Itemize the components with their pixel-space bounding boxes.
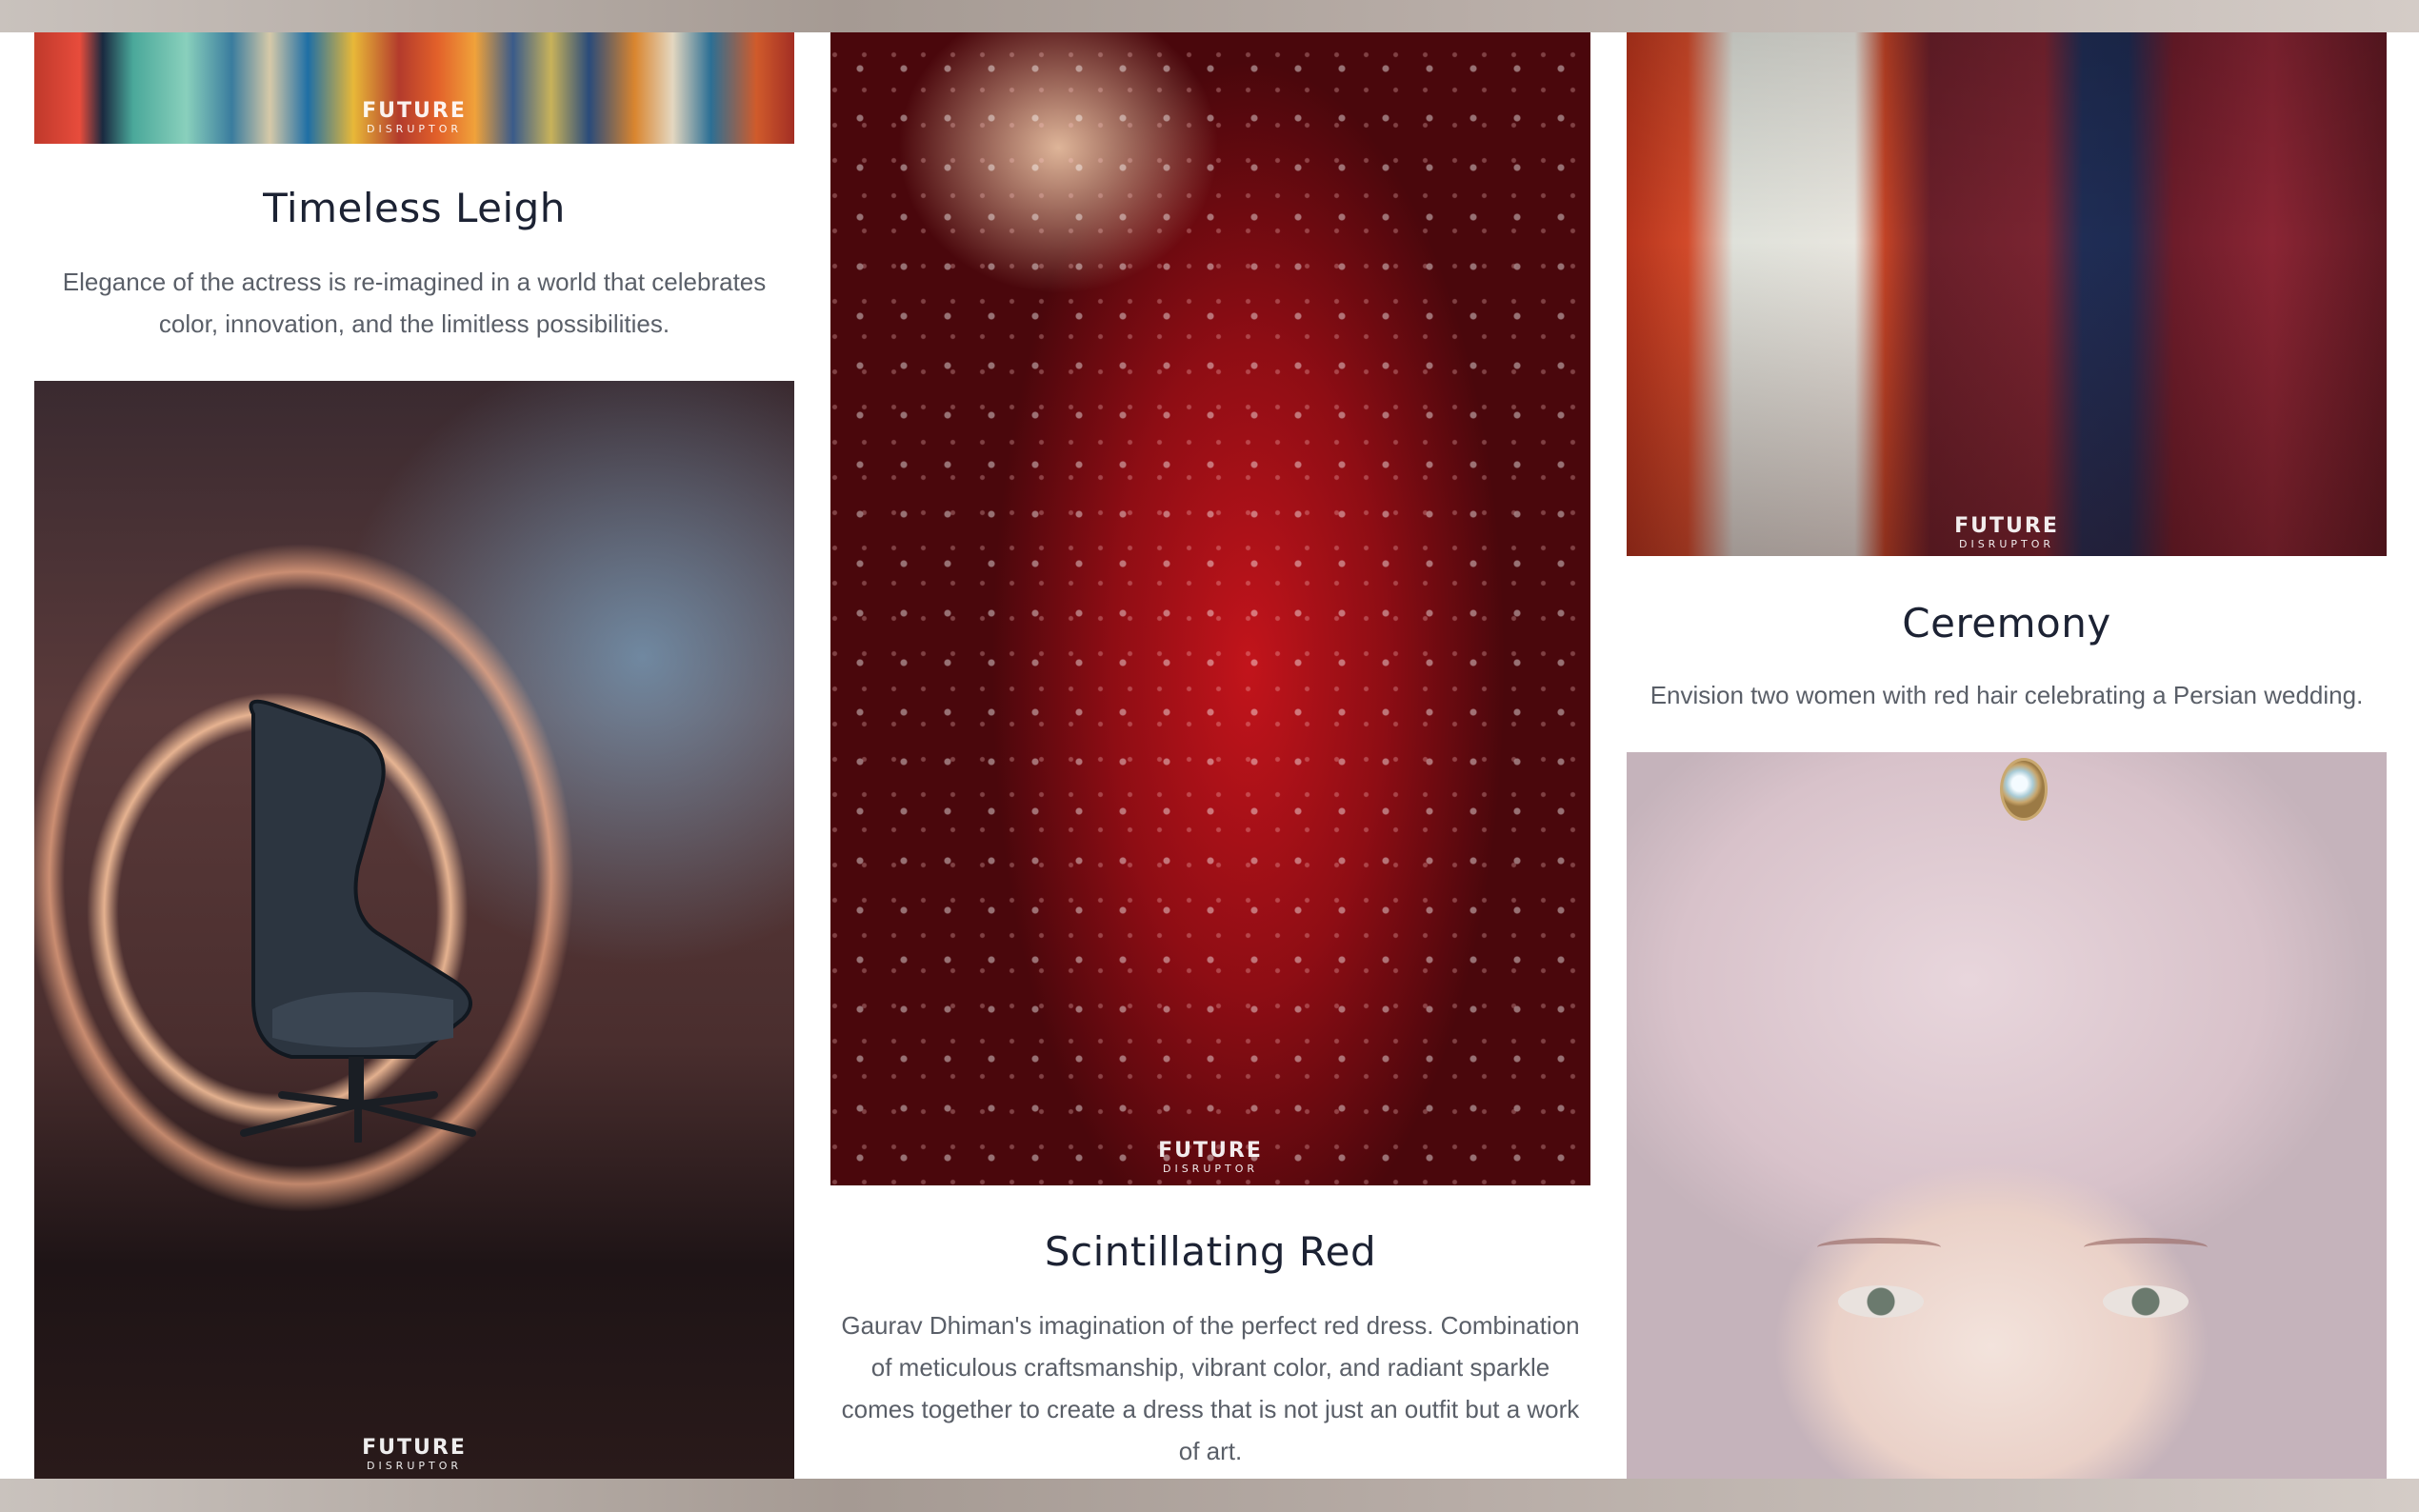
watermark-logo: FUTURE DISRUPTOR <box>1954 514 2059 550</box>
right-brow <box>2084 1238 2208 1257</box>
top-frame-bar <box>0 0 2419 32</box>
timeless-leigh-image[interactable]: FUTURE DISRUPTOR <box>34 32 794 144</box>
right-eye <box>2103 1285 2189 1318</box>
bottom-frame-bar <box>0 1479 2419 1512</box>
ceremony-image[interactable]: FUTURE DISRUPTOR <box>1627 32 2387 556</box>
futuristic-chair-image[interactable]: FUTURE DISRUPTOR <box>34 381 794 1479</box>
gallery-column-1: FUTURE DISRUPTOR Timeless Leigh Elegance… <box>34 32 794 1479</box>
forehead-jewel <box>2000 758 2048 821</box>
card-title-timeless-leigh[interactable]: Timeless Leigh <box>34 185 794 231</box>
sparkle-overlay <box>830 32 1590 1185</box>
pink-hair-portrait-image[interactable] <box>1627 752 2387 1479</box>
chair-illustration <box>240 699 476 1143</box>
scintillating-red-image[interactable]: FUTURE DISRUPTOR <box>830 32 1590 1185</box>
gallery-column-2: FUTURE DISRUPTOR Scintillating Red Gaura… <box>830 32 1590 1479</box>
card-description-timeless-leigh: Elegance of the actress is re-imagined i… <box>62 268 767 338</box>
watermark-logo: FUTURE DISRUPTOR <box>362 99 467 135</box>
card-title-ceremony[interactable]: Ceremony <box>1627 600 2387 647</box>
card-description-ceremony: Envision two women with red hair celebra… <box>1649 681 2364 709</box>
card-description-scintillating-red: Gaurav Dhiman's imagination of the perfe… <box>841 1311 1580 1465</box>
image-shade <box>1627 32 2387 556</box>
card-title-scintillating-red[interactable]: Scintillating Red <box>830 1228 1590 1275</box>
left-brow <box>1817 1238 1941 1257</box>
watermark-logo: FUTURE DISRUPTOR <box>1158 1139 1263 1175</box>
left-eye <box>1838 1285 1924 1318</box>
gallery-column-3: FUTURE DISRUPTOR Ceremony Envision two w… <box>1627 32 2387 1479</box>
watermark-logo: FUTURE DISRUPTOR <box>362 1436 467 1472</box>
